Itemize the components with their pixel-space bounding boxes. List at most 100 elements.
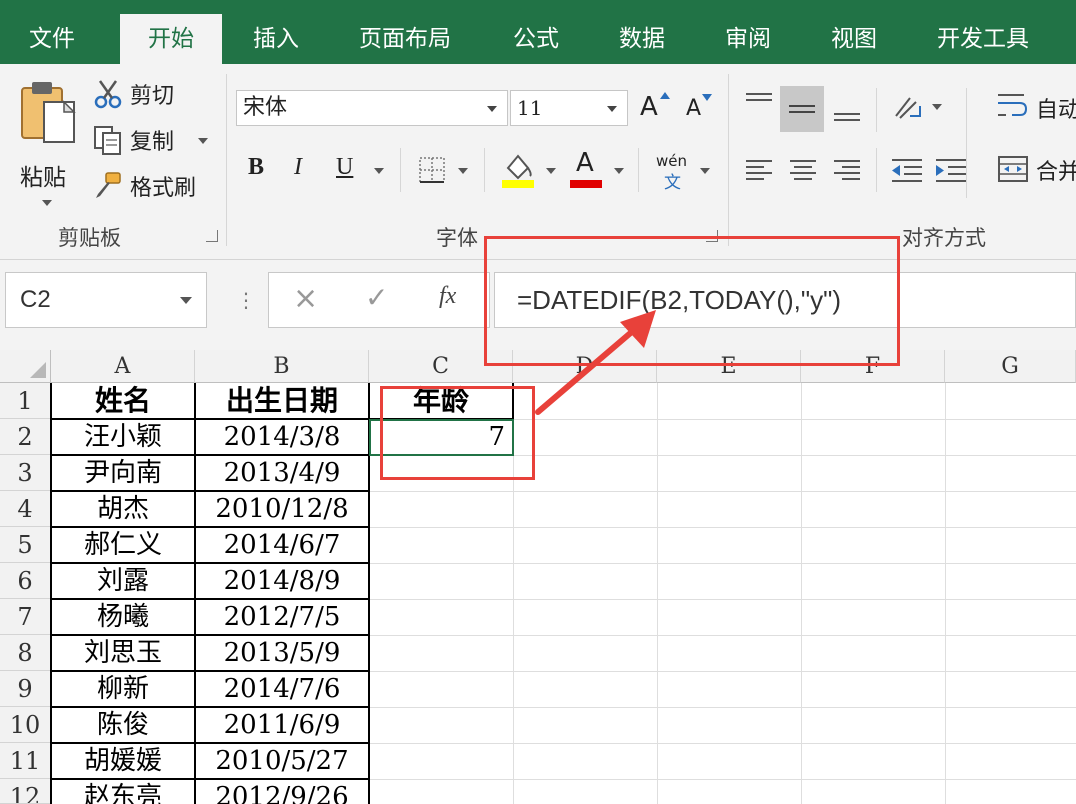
cell-a1[interactable]: 姓名 <box>51 383 195 419</box>
orientation-dropdown-icon[interactable] <box>932 104 942 110</box>
wrap-text-icon <box>998 94 1028 116</box>
grow-font-button[interactable]: A <box>640 92 670 126</box>
shrink-font-button[interactable]: A <box>686 94 716 130</box>
column-header-e[interactable]: E <box>657 350 801 383</box>
fill-color-dropdown-icon[interactable] <box>546 168 556 174</box>
tab-insert[interactable]: 插入 <box>232 14 320 64</box>
copy-button[interactable]: 复制 <box>92 124 218 158</box>
cell-b1[interactable]: 出生日期 <box>195 383 369 419</box>
table-cell-birthdate[interactable]: 2011/6/9 <box>195 707 369 743</box>
align-center-icon[interactable] <box>788 156 818 186</box>
row-header[interactable]: 11 <box>0 743 51 779</box>
decrease-indent-icon[interactable] <box>890 156 924 186</box>
phonetic-button[interactable]: wén 文 <box>656 152 696 193</box>
font-size-combo[interactable]: 11 <box>510 90 628 126</box>
name-box[interactable]: C2 <box>5 272 207 328</box>
fill-color-icon[interactable] <box>500 150 536 190</box>
align-middle-button[interactable] <box>780 86 824 132</box>
paste-button[interactable]: 粘贴 <box>14 76 84 206</box>
tab-page-layout[interactable]: 页面布局 <box>340 14 470 64</box>
bold-button[interactable]: B <box>248 154 264 181</box>
wrap-text-button[interactable]: 自动 <box>996 90 1076 126</box>
table-border <box>50 490 370 492</box>
column-header-g[interactable]: G <box>945 350 1076 383</box>
tab-home[interactable]: 开始 <box>120 14 222 64</box>
column-header-f[interactable]: F <box>801 350 945 383</box>
row-header[interactable]: 4 <box>0 491 51 527</box>
phonetic-dropdown-icon[interactable] <box>700 168 710 174</box>
table-cell-name[interactable]: 柳新 <box>51 671 195 707</box>
font-color-button[interactable]: A <box>568 148 604 192</box>
column-header-b[interactable]: B <box>195 350 369 383</box>
table-cell-name[interactable]: 赵东亮 <box>51 779 195 804</box>
tab-developer[interactable]: 开发工具 <box>918 14 1048 64</box>
cancel-icon[interactable]: × <box>293 281 318 316</box>
table-cell-birthdate[interactable]: 2013/5/9 <box>195 635 369 671</box>
table-cell-name[interactable]: 郝仁义 <box>51 527 195 563</box>
row-header[interactable]: 10 <box>0 707 51 743</box>
row-header[interactable]: 2 <box>0 419 51 455</box>
clipboard-group-label: 剪贴板 <box>58 226 121 250</box>
group-separator <box>876 88 877 132</box>
enter-icon[interactable]: ✓ <box>365 281 388 314</box>
table-border <box>50 742 370 744</box>
font-name-combo[interactable]: 宋体 <box>236 90 508 126</box>
table-cell-name[interactable]: 胡媛媛 <box>51 743 195 779</box>
font-launcher-icon[interactable] <box>706 230 718 242</box>
table-cell-name[interactable]: 汪小颖 <box>51 419 195 455</box>
table-cell-name[interactable]: 杨曦 <box>51 599 195 635</box>
row-header[interactable]: 9 <box>0 671 51 707</box>
merge-center-button[interactable]: 合并 <box>996 152 1076 188</box>
table-border <box>50 778 370 780</box>
table-cell-birthdate[interactable]: 2014/7/6 <box>195 671 369 707</box>
row-header[interactable]: 12 <box>0 779 51 804</box>
gridline <box>945 383 946 804</box>
tab-review[interactable]: 审阅 <box>702 14 794 64</box>
table-cell-birthdate[interactable]: 2010/5/27 <box>195 743 369 779</box>
border-icon[interactable] <box>418 156 446 184</box>
table-cell-birthdate[interactable]: 2010/12/8 <box>195 491 369 527</box>
tab-data[interactable]: 数据 <box>596 14 688 64</box>
table-cell-birthdate[interactable]: 2014/3/8 <box>195 419 369 455</box>
table-cell-name[interactable]: 尹向南 <box>51 455 195 491</box>
clipboard-launcher-icon[interactable] <box>206 230 218 242</box>
column-header-c[interactable]: C <box>369 350 513 383</box>
row-header[interactable]: 8 <box>0 635 51 671</box>
align-right-icon[interactable] <box>832 156 862 186</box>
table-border <box>50 706 370 708</box>
table-cell-birthdate[interactable]: 2013/4/9 <box>195 455 369 491</box>
insert-function-button[interactable]: fx <box>439 283 456 310</box>
row-header[interactable]: 7 <box>0 599 51 635</box>
row-header[interactable]: 6 <box>0 563 51 599</box>
row-header[interactable]: 3 <box>0 455 51 491</box>
table-cell-birthdate[interactable]: 2012/7/5 <box>195 599 369 635</box>
italic-button[interactable]: I <box>294 154 302 181</box>
underline-dropdown-icon[interactable] <box>374 168 384 174</box>
paste-dropdown-icon[interactable] <box>42 200 52 206</box>
align-bottom-icon[interactable] <box>832 96 862 126</box>
table-cell-birthdate[interactable]: 2014/6/7 <box>195 527 369 563</box>
select-all-button[interactable] <box>0 350 51 383</box>
tab-formulas[interactable]: 公式 <box>490 14 582 64</box>
border-dropdown-icon[interactable] <box>458 168 468 174</box>
align-left-icon[interactable] <box>744 156 774 186</box>
tab-view[interactable]: 视图 <box>808 14 900 64</box>
font-color-dropdown-icon[interactable] <box>614 168 624 174</box>
underline-button[interactable]: U <box>336 154 353 181</box>
cell-c1[interactable]: 年龄 <box>369 383 513 419</box>
table-cell-name[interactable]: 陈俊 <box>51 707 195 743</box>
align-top-icon[interactable] <box>744 88 774 118</box>
column-header-a[interactable]: A <box>51 350 195 383</box>
copy-dropdown-icon[interactable] <box>198 138 208 144</box>
table-cell-name[interactable]: 刘露 <box>51 563 195 599</box>
increase-indent-icon[interactable] <box>934 156 968 186</box>
row-header[interactable]: 5 <box>0 527 51 563</box>
table-cell-birthdate[interactable]: 2014/8/9 <box>195 563 369 599</box>
orientation-icon[interactable] <box>890 92 924 126</box>
formula-buttons: × ✓ fx <box>268 272 490 328</box>
row-header[interactable]: 1 <box>0 383 51 419</box>
table-cell-name[interactable]: 刘思玉 <box>51 635 195 671</box>
table-cell-name[interactable]: 胡杰 <box>51 491 195 527</box>
table-cell-birthdate[interactable]: 2012/9/26 <box>195 779 369 804</box>
tab-file[interactable]: 文件 <box>0 14 104 64</box>
